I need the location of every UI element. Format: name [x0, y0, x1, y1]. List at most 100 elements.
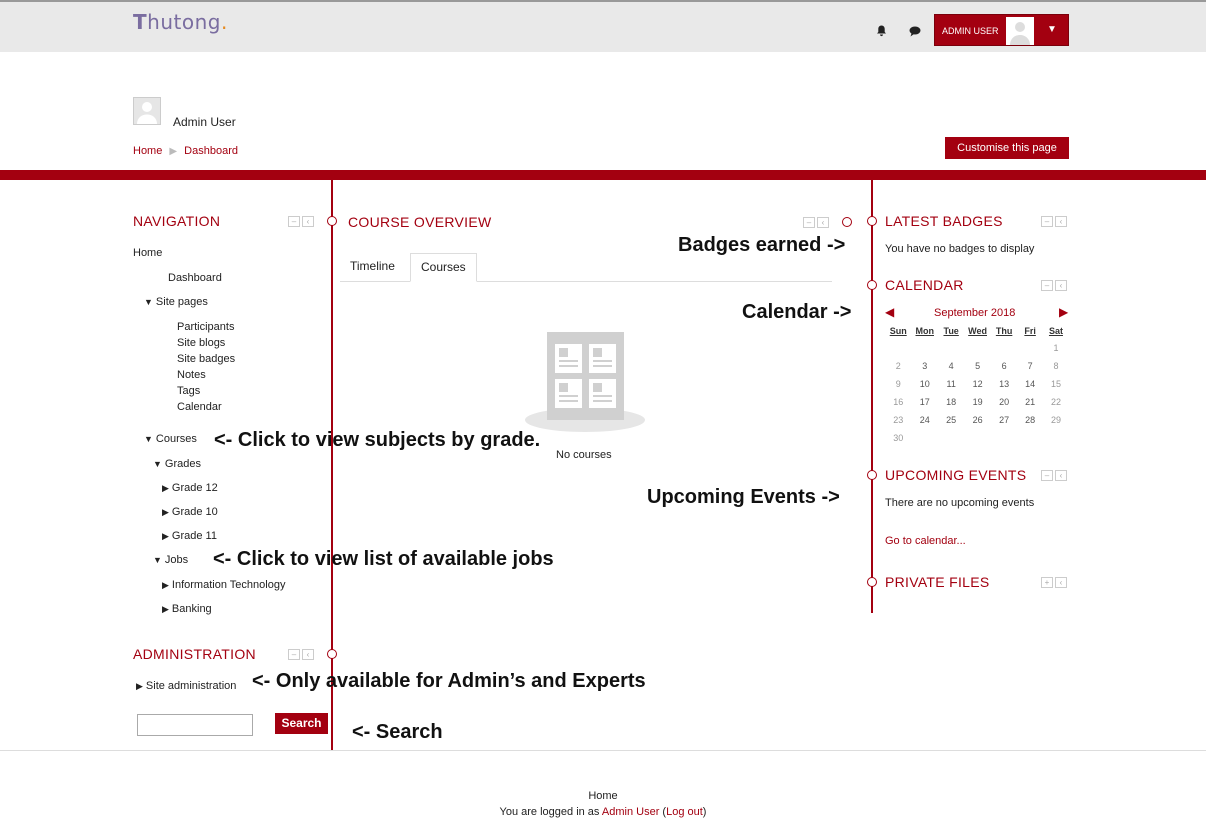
footer-user-link[interactable]: Admin User — [602, 806, 659, 818]
nav-grades[interactable]: ▼ Grades — [153, 458, 201, 470]
dock-icon[interactable]: ‹ — [302, 649, 314, 660]
collapse-icon[interactable]: – — [1041, 216, 1053, 227]
calendar-day[interactable]: 19 — [964, 393, 991, 411]
calendar-next-month-icon[interactable]: ▶ — [1059, 305, 1068, 319]
calendar-day[interactable]: 28 — [1017, 411, 1043, 429]
nav-grades-label: Grades — [164, 458, 201, 470]
calendar-day[interactable]: 25 — [938, 411, 964, 429]
calendar-day[interactable]: 17 — [911, 393, 938, 411]
calendar-day[interactable]: 12 — [964, 375, 991, 393]
profile-avatar — [133, 97, 161, 125]
nav-grade-10[interactable]: ▶ Grade 10 — [162, 506, 218, 518]
course-overview-title: COURSE OVERVIEW — [348, 214, 492, 230]
nav-site-badges[interactable]: Site badges — [177, 353, 235, 365]
calendar-day[interactable]: 8 — [1043, 357, 1069, 375]
calendar-day[interactable]: 24 — [911, 411, 938, 429]
search-button[interactable]: Search — [275, 713, 328, 734]
nav-grade-11[interactable]: ▶ Grade 11 — [162, 530, 217, 542]
calendar-day[interactable]: 6 — [991, 357, 1017, 375]
dock-icon[interactable]: ‹ — [1055, 470, 1067, 481]
messages-icon[interactable] — [909, 26, 921, 40]
breadcrumb-home[interactable]: Home — [133, 145, 162, 157]
footer-divider — [0, 750, 1206, 751]
course-overview-block-controls[interactable]: – ‹ — [803, 217, 831, 229]
site-logo[interactable]: Thutong. — [133, 10, 228, 34]
no-badges-text: You have no badges to display — [885, 243, 1035, 255]
notifications-bell-icon[interactable] — [876, 25, 887, 40]
calendar-day[interactable]: 13 — [991, 375, 1017, 393]
tab-courses[interactable]: Courses — [410, 253, 477, 282]
dock-icon[interactable]: ‹ — [1055, 280, 1067, 291]
nav-banking[interactable]: ▶ Banking — [162, 603, 212, 615]
latest-badges-block-controls[interactable]: – ‹ — [1041, 216, 1069, 228]
user-menu-dropdown[interactable]: ADMIN USER ▼ — [934, 14, 1069, 46]
calendar-day[interactable]: 10 — [911, 375, 938, 393]
collapse-icon[interactable]: – — [803, 217, 815, 228]
private-files-block-controls[interactable]: + ‹ — [1041, 577, 1069, 589]
footer-logout-link[interactable]: Log out — [666, 806, 703, 818]
nav-notes[interactable]: Notes — [177, 369, 206, 381]
customise-page-button[interactable]: Customise this page — [945, 137, 1069, 159]
nav-home[interactable]: Home — [133, 247, 162, 259]
dock-icon[interactable]: ‹ — [817, 217, 829, 228]
calendar-day[interactable]: 29 — [1043, 411, 1069, 429]
nav-courses[interactable]: ▼ Courses — [144, 433, 197, 445]
calendar-day[interactable]: 22 — [1043, 393, 1069, 411]
collapse-icon[interactable]: – — [1041, 470, 1053, 481]
nav-site-admin-label: Site administration — [145, 680, 237, 692]
calendar-month-label[interactable]: September 2018 — [934, 307, 1015, 319]
calendar-day[interactable]: 18 — [938, 393, 964, 411]
tab-timeline[interactable]: Timeline — [340, 253, 405, 282]
nav-dashboard[interactable]: Dashboard — [168, 272, 222, 284]
dock-icon[interactable]: ‹ — [1055, 216, 1067, 227]
calendar-day[interactable]: 20 — [991, 393, 1017, 411]
administration-title: ADMINISTRATION — [133, 646, 256, 662]
calendar-day[interactable]: 9 — [885, 375, 911, 393]
expand-icon[interactable]: + — [1041, 577, 1053, 588]
collapse-icon[interactable]: – — [1041, 280, 1053, 291]
nav-jobs[interactable]: ▼ Jobs — [153, 554, 188, 566]
nav-tags[interactable]: Tags — [177, 385, 200, 397]
calendar-day[interactable]: 5 — [964, 357, 991, 375]
collapse-icon[interactable]: – — [288, 649, 300, 660]
nav-banking-label: Banking — [171, 603, 212, 615]
breadcrumb-dashboard[interactable]: Dashboard — [184, 145, 238, 157]
upcoming-events-block-controls[interactable]: – ‹ — [1041, 470, 1069, 482]
calendar-day[interactable]: 21 — [1017, 393, 1043, 411]
nav-site-pages[interactable]: ▼ Site pages — [144, 296, 208, 308]
calendar-prev-month-icon[interactable]: ◀ — [885, 305, 894, 319]
nav-site-blogs[interactable]: Site blogs — [177, 337, 225, 349]
calendar-day[interactable]: 30 — [885, 429, 911, 447]
calendar-day[interactable]: 26 — [964, 411, 991, 429]
go-to-calendar-link[interactable]: Go to calendar... — [885, 535, 966, 547]
calendar-day[interactable]: 7 — [1017, 357, 1043, 375]
collapsed-arrow-icon: ▶ — [162, 531, 169, 541]
nav-information-technology[interactable]: ▶ Information Technology — [162, 579, 285, 591]
calendar-day[interactable]: 16 — [885, 393, 911, 411]
calendar-day — [964, 339, 991, 357]
nav-calendar[interactable]: Calendar — [177, 401, 222, 413]
calendar-day[interactable]: 3 — [911, 357, 938, 375]
nav-grade-12[interactable]: ▶ Grade 12 — [162, 482, 218, 494]
calendar-day[interactable]: 15 — [1043, 375, 1069, 393]
dock-icon[interactable]: ‹ — [302, 216, 314, 227]
calendar-day[interactable]: 23 — [885, 411, 911, 429]
latest-badges-title: LATEST BADGES — [885, 213, 1003, 229]
calendar-day[interactable]: 27 — [991, 411, 1017, 429]
search-input[interactable] — [137, 714, 253, 736]
calendar-day[interactable]: 14 — [1017, 375, 1043, 393]
calendar-day[interactable]: 4 — [938, 357, 964, 375]
administration-block-controls[interactable]: – ‹ — [288, 649, 316, 661]
nav-participants[interactable]: Participants — [177, 321, 234, 333]
navigation-block-controls[interactable]: – ‹ — [288, 216, 316, 228]
footer-paren-close: ) — [702, 806, 707, 818]
calendar-block-controls[interactable]: – ‹ — [1041, 280, 1069, 292]
dock-icon[interactable]: ‹ — [1055, 577, 1067, 588]
calendar-day[interactable]: 11 — [938, 375, 964, 393]
footer-home[interactable]: Home — [588, 790, 617, 802]
calendar-day-header: Sun — [889, 325, 907, 336]
calendar-day[interactable]: 1 — [1043, 339, 1069, 357]
nav-site-administration[interactable]: ▶ Site administration — [136, 680, 236, 692]
calendar-day[interactable]: 2 — [885, 357, 911, 375]
collapse-icon[interactable]: – — [288, 216, 300, 227]
